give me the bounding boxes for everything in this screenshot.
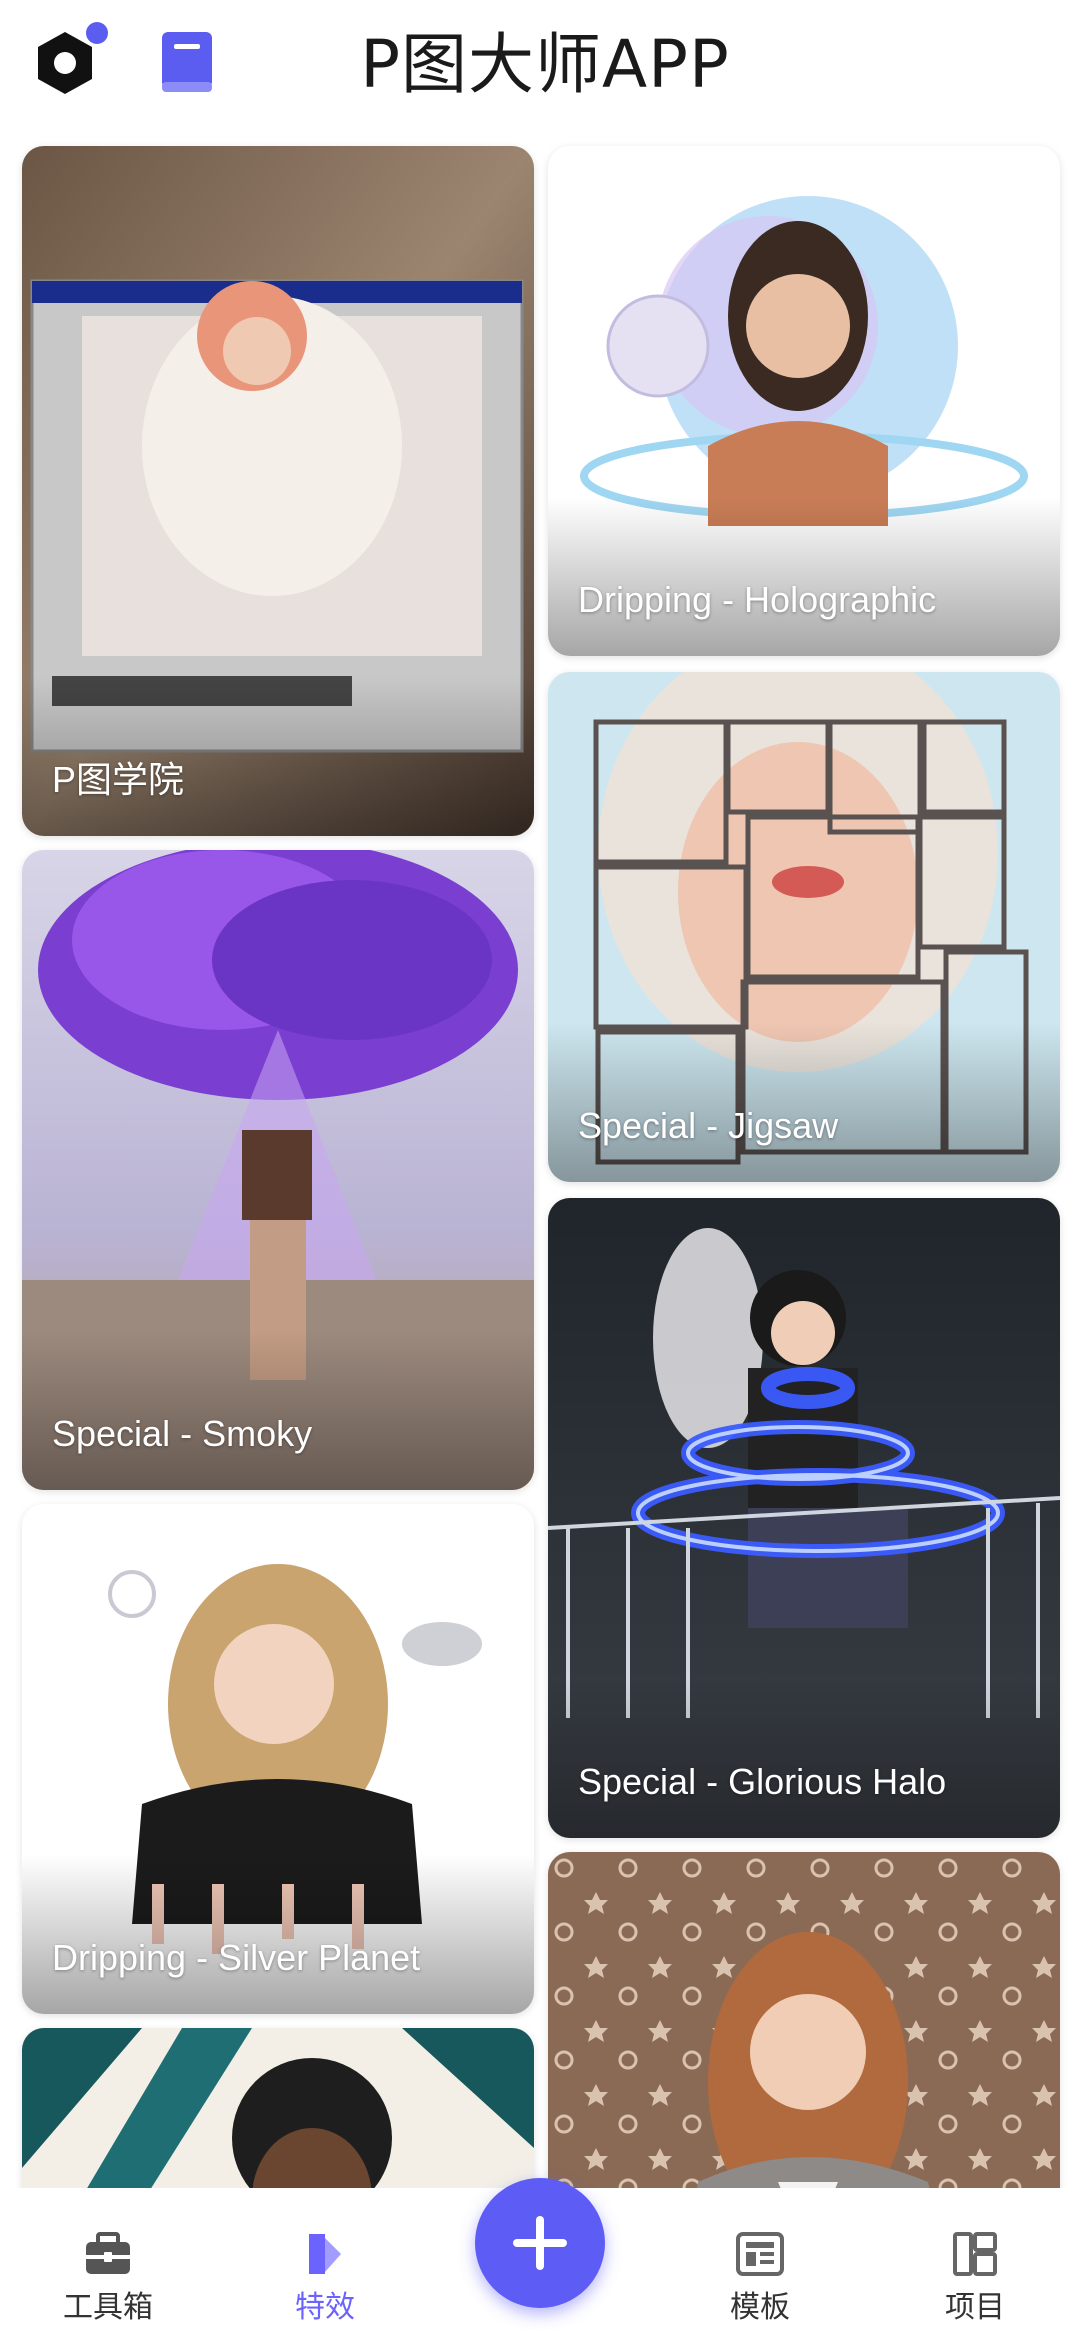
- nav-item-effects[interactable]: 特效: [255, 2228, 395, 2338]
- card-label: Dripping - Holographic: [578, 579, 937, 620]
- label-shade: [548, 496, 1060, 656]
- label-shade: [22, 676, 534, 836]
- nav-item-projects[interactable]: 项目: [905, 2228, 1045, 2338]
- label-shade: [548, 1022, 1060, 1182]
- effect-card[interactable]: Dripping - Holographic: [548, 146, 1060, 656]
- card-label: Dripping - Silver Planet: [52, 1937, 421, 1978]
- nav-item-toolbox[interactable]: 工具箱: [38, 2228, 178, 2338]
- effects-icon: [309, 2234, 341, 2274]
- effect-card[interactable]: Special - Smoky: [22, 850, 534, 1490]
- nav-label: 项目: [945, 2290, 1005, 2325]
- card-label: P图学院: [52, 759, 185, 800]
- effect-card[interactable]: Special - Glorious Halo: [548, 1198, 1060, 1838]
- nav-label: 工具箱: [63, 2290, 153, 2325]
- toolbox-icon: [86, 2232, 130, 2274]
- card-label: Special - Smoky: [52, 1413, 313, 1454]
- nav-item-templates[interactable]: 模板: [690, 2228, 830, 2338]
- card-label: Special - Glorious Halo: [578, 1761, 947, 1802]
- nav-label: 特效: [295, 2290, 355, 2325]
- label-shade: [22, 1854, 534, 2014]
- card-label: Special - Jigsaw: [578, 1105, 839, 1146]
- label-shade: [548, 1678, 1060, 1838]
- add-button[interactable]: [475, 2178, 605, 2308]
- app-root: P图大师APP P图学院 Special - Smoky Dripping - …: [0, 0, 1080, 2340]
- nav-label: 模板: [730, 2290, 790, 2325]
- page-title: P图大师APP: [360, 26, 730, 103]
- label-shade: [22, 1330, 534, 1490]
- project-icon: [953, 2232, 997, 2276]
- effect-card[interactable]: P图学院: [22, 146, 534, 836]
- header: P图大师APP: [0, 0, 1080, 130]
- effect-card[interactable]: Dripping - Silver Planet: [22, 1504, 534, 2014]
- template-icon: [736, 2232, 784, 2276]
- effect-card[interactable]: Special - Jigsaw: [548, 672, 1060, 1182]
